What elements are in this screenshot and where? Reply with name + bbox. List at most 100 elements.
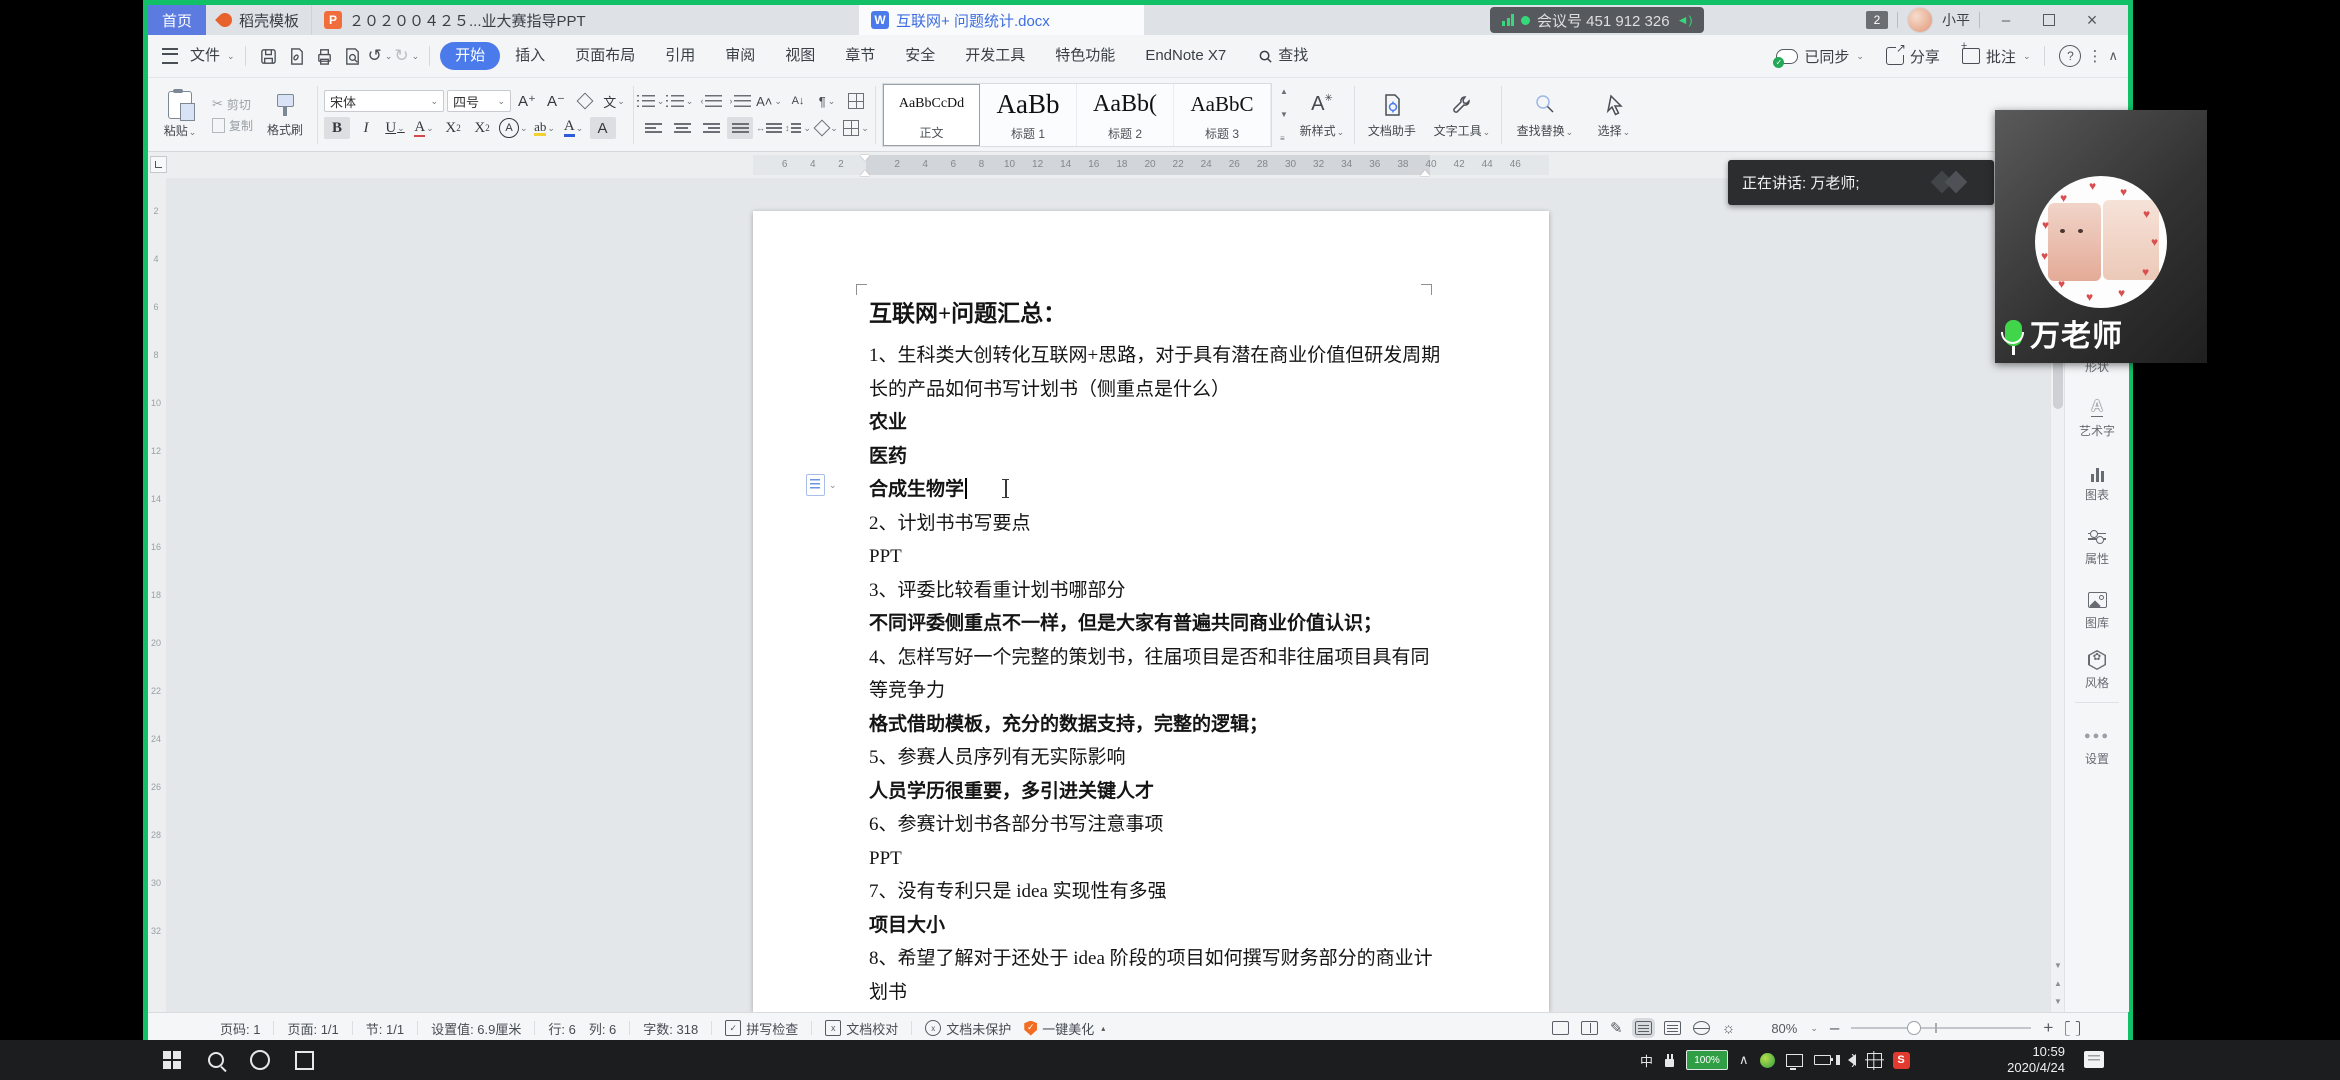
- document-line[interactable]: 2、计划书书写要点: [869, 507, 1434, 541]
- taskbar-search-button[interactable]: [194, 1040, 238, 1080]
- status-item[interactable]: 节: 1/1: [366, 1019, 404, 1038]
- volume-tray-icon[interactable]: [1842, 1054, 1856, 1066]
- style-标题 1[interactable]: AaBb标题 1: [980, 84, 1077, 146]
- minimize-button[interactable]: –: [1989, 6, 2023, 34]
- style-标题 3[interactable]: AaBbC标题 3: [1174, 84, 1271, 146]
- document-line[interactable]: 4、怎样写好一个完整的策划书，往届项目是否和非往届项目具有同: [869, 641, 1434, 675]
- undo-button[interactable]: ↺: [368, 46, 382, 66]
- user-name[interactable]: 小平: [1942, 10, 1970, 30]
- sidebar-item-图库[interactable]: 图库: [2065, 590, 2129, 631]
- right-indent-marker[interactable]: [1420, 165, 1430, 176]
- document-line[interactable]: 不同评委侧重点不一样，但是大家有普遍共同商业价值认识；: [869, 607, 1434, 641]
- paste-button[interactable]: 粘贴⌄: [154, 91, 206, 139]
- document-canvas[interactable]: 互联网+问题汇总： 1、生科类大创转化互联网+思路，对于具有潜在商业价值但研发周…: [166, 178, 2050, 1012]
- gallery-down-icon[interactable]: ▼: [1280, 110, 1288, 119]
- paragraph-mark-button[interactable]: ¶⌄: [814, 90, 840, 112]
- menu-开发工具[interactable]: 开发工具: [950, 42, 1040, 70]
- increase-indent-button[interactable]: ›: [727, 90, 753, 112]
- document-page[interactable]: 互联网+问题汇总： 1、生科类大创转化互联网+思路，对于具有潜在商业价值但研发周…: [753, 211, 1549, 1012]
- document-line[interactable]: 3、评委比较看重计划书哪部分: [869, 574, 1434, 608]
- subscript-button[interactable]: X2: [469, 117, 495, 139]
- hanging-indent-marker[interactable]: [860, 165, 870, 176]
- menu-安全[interactable]: 安全: [890, 42, 950, 70]
- document-line[interactable]: 长的产品如何书写计划书（侧重点是什么）: [869, 373, 1434, 407]
- menu-特色功能[interactable]: 特色功能: [1040, 42, 1130, 70]
- document-line[interactable]: 划书: [869, 976, 1434, 1010]
- zoom-slider[interactable]: [1851, 1027, 2031, 1029]
- document-line[interactable]: 1、生科类大创转化互联网+思路，对于具有潜在商业价值但研发周期: [869, 339, 1434, 373]
- underline-button[interactable]: U⌄: [382, 117, 408, 139]
- save-button[interactable]: [256, 43, 282, 69]
- scroll-down-icon[interactable]: ▼: [2051, 961, 2065, 970]
- align-left-button[interactable]: [640, 117, 666, 139]
- shading-button[interactable]: ⌄: [814, 117, 840, 139]
- text-tool-button[interactable]: 文字工具⌄: [1429, 91, 1495, 139]
- document-text[interactable]: 互联网+问题汇总： 1、生科类大创转化互联网+思路，对于具有潜在商业价值但研发周…: [869, 297, 1434, 1009]
- menu-章节[interactable]: 章节: [830, 42, 890, 70]
- borders-button[interactable]: ⌄: [843, 117, 869, 139]
- zoom-out-button[interactable]: –: [1830, 1018, 1839, 1038]
- beautify-button[interactable]: 一键美化 ▴: [1024, 1019, 1105, 1038]
- two-page-view-button[interactable]: [1581, 1021, 1598, 1035]
- tab-doc-file-active[interactable]: W 互联网+ 问题统计.docx: [859, 5, 1144, 35]
- redo-button[interactable]: ↻: [394, 46, 408, 66]
- font-name-select[interactable]: 宋体⌄: [324, 90, 444, 112]
- menu-EndNote X7[interactable]: EndNote X7: [1130, 42, 1241, 70]
- menu-引用[interactable]: 引用: [650, 42, 710, 70]
- document-line[interactable]: 互联网+问题汇总：: [869, 297, 1434, 339]
- help-button[interactable]: ?: [2059, 45, 2081, 67]
- cut-button[interactable]: ✂剪切: [212, 96, 253, 113]
- char-scale-button[interactable]: A˄⌄: [756, 90, 782, 112]
- strikethrough-button[interactable]: A⌄: [411, 117, 437, 139]
- align-center-button[interactable]: [669, 117, 695, 139]
- menu-视图[interactable]: 视图: [770, 42, 830, 70]
- write-mode-button[interactable]: ✎: [1610, 1019, 1623, 1037]
- document-line[interactable]: 项目大小: [869, 909, 1434, 943]
- doc-proof-status[interactable]: x 文档校对: [825, 1019, 898, 1038]
- document-line[interactable]: 农业: [869, 406, 1434, 440]
- meeting-id-pill[interactable]: 会议号 451 912 326 ◄): [1490, 7, 1704, 33]
- collapse-ribbon-icon[interactable]: ∧: [2108, 48, 2118, 64]
- document-line[interactable]: PPT: [869, 540, 1434, 574]
- status-item[interactable]: 页面: 1/1: [287, 1019, 338, 1038]
- menu-file[interactable]: 文件: [186, 42, 224, 70]
- style-标题 2[interactable]: AaBb(标题 2: [1077, 84, 1174, 146]
- sidebar-item-风格[interactable]: 风格: [2065, 650, 2129, 691]
- tab-home[interactable]: 首页: [148, 5, 206, 35]
- tab-docer[interactable]: 稻壳模板: [206, 5, 311, 35]
- doc-assistant-button[interactable]: 文档助手: [1361, 91, 1423, 139]
- select-button[interactable]: 选择⌄: [1588, 91, 1640, 139]
- document-line[interactable]: 医药: [869, 440, 1434, 474]
- synced-label[interactable]: 已同步: [1804, 46, 1849, 67]
- print-button[interactable]: [312, 43, 338, 69]
- sidebar-item-settings[interactable]: ●●● 设置: [2065, 726, 2129, 767]
- sidebar-item-图表[interactable]: 图表: [2065, 462, 2129, 503]
- menu-页面布局[interactable]: 页面布局: [560, 42, 650, 70]
- cortana-button[interactable]: [238, 1040, 282, 1080]
- page-view-button[interactable]: [1635, 1021, 1652, 1035]
- format-painter-button[interactable]: 格式刷: [259, 92, 311, 138]
- status-item[interactable]: 列: 6: [589, 1019, 616, 1038]
- export-pdf-button[interactable]: [284, 43, 310, 69]
- bold-button[interactable]: B: [324, 117, 350, 139]
- menu-开始[interactable]: 开始: [440, 42, 500, 70]
- decrease-font-button[interactable]: A⁻: [543, 90, 569, 112]
- undo-caret-icon[interactable]: ⌄: [385, 51, 393, 62]
- task-view-button[interactable]: [282, 1040, 326, 1080]
- numbered-list-button[interactable]: ⌄: [669, 90, 695, 112]
- menu-审阅[interactable]: 审阅: [710, 42, 770, 70]
- security-tray-icon[interactable]: [1760, 1053, 1775, 1068]
- char-shading-button[interactable]: A: [590, 117, 616, 139]
- comment-label[interactable]: 批注: [1986, 46, 2016, 67]
- fullscreen-view-button[interactable]: [1552, 1021, 1569, 1035]
- smart-tag-button[interactable]: ⌄: [806, 474, 837, 496]
- touch-tray-icon[interactable]: [1867, 1053, 1882, 1068]
- action-center-button[interactable]: [2084, 1051, 2104, 1068]
- status-item[interactable]: 行: 6: [548, 1019, 575, 1038]
- increase-font-button[interactable]: A⁺: [514, 90, 540, 112]
- share-label[interactable]: 分享: [1910, 46, 1940, 67]
- spell-check-status[interactable]: ✓ 拼写检查: [725, 1019, 798, 1038]
- status-item[interactable]: 设置值: 6.9厘米: [431, 1019, 521, 1038]
- decrease-indent-button[interactable]: ‹: [698, 90, 724, 112]
- document-line[interactable]: 等竞争力: [869, 674, 1434, 708]
